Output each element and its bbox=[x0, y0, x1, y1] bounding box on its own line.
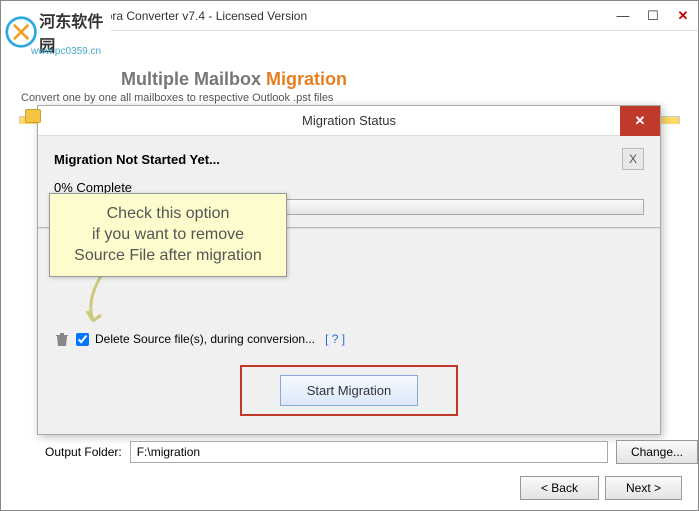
start-migration-button[interactable]: Start Migration bbox=[280, 375, 419, 406]
wizard-nav: < Back Next > bbox=[520, 476, 682, 500]
trash-icon bbox=[54, 331, 70, 347]
next-button[interactable]: Next > bbox=[605, 476, 682, 500]
page-subtitle: Convert one by one all mailboxes to resp… bbox=[21, 92, 678, 104]
delete-source-label: Delete Source file(s), during conversion… bbox=[95, 332, 315, 346]
dialog-close-button[interactable]: ✕ bbox=[620, 106, 660, 136]
migration-status-text: Migration Not Started Yet... bbox=[54, 152, 220, 167]
help-link[interactable]: [ ? ] bbox=[325, 332, 345, 346]
logo-sub: www.pc0359.cn bbox=[31, 46, 101, 57]
cancel-button[interactable]: X bbox=[622, 148, 644, 170]
watermark-logo: 河东软件园 www.pc0359.cn bbox=[1, 1, 111, 63]
output-folder-row: Output Folder: Change... bbox=[45, 440, 698, 464]
back-button[interactable]: < Back bbox=[520, 476, 599, 500]
change-button[interactable]: Change... bbox=[616, 440, 698, 464]
delete-source-checkbox[interactable] bbox=[76, 333, 89, 346]
folder-icon bbox=[25, 109, 41, 123]
tooltip-callout: Check this option if you want to remove … bbox=[49, 193, 287, 277]
window-close-button[interactable]: ✕ bbox=[668, 5, 698, 27]
output-folder-input[interactable] bbox=[130, 441, 608, 463]
start-button-highlight: Start Migration bbox=[240, 365, 459, 416]
callout-arrow-icon bbox=[81, 271, 121, 331]
dialog-titlebar: Migration Status ✕ bbox=[38, 106, 660, 136]
page-title: Multiple Mailbox Migration bbox=[121, 69, 678, 90]
minimize-button[interactable]: — bbox=[608, 5, 638, 27]
window-title: SoftSpire Zimbra Converter v7.4 - Licens… bbox=[33, 9, 608, 23]
dialog-title: Migration Status bbox=[302, 113, 396, 128]
output-folder-label: Output Folder: bbox=[45, 445, 122, 459]
maximize-button[interactable]: ☐ bbox=[638, 5, 668, 27]
